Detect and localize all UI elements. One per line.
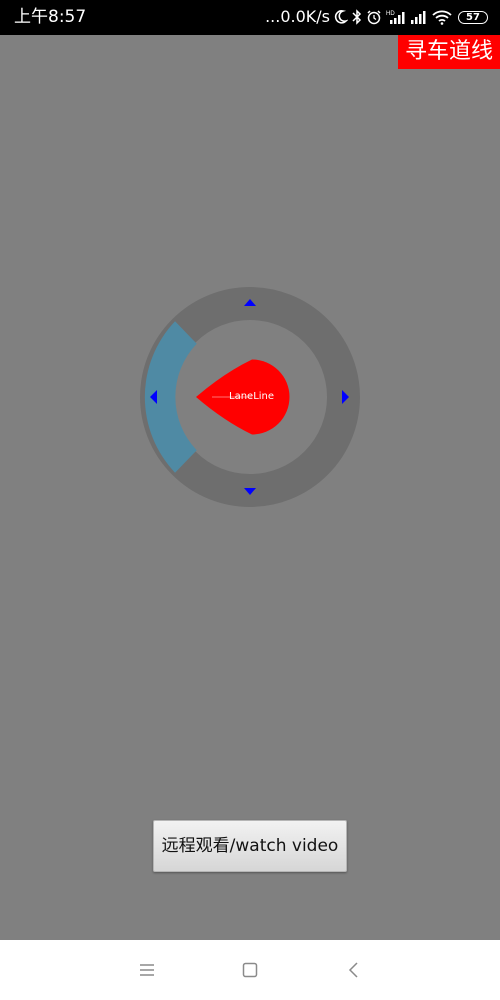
status-icons: ...0.0K/s HD 57	[265, 7, 488, 27]
network-speed: ...0.0K/s	[265, 7, 330, 26]
menu-icon[interactable]	[137, 960, 157, 980]
battery-icon: 57	[458, 10, 488, 24]
joystick-control[interactable]: LaneLine	[140, 287, 360, 507]
status-time: 上午8:57	[14, 7, 87, 27]
signal-icon	[410, 9, 428, 25]
navigation-bar	[0, 940, 500, 1000]
watch-video-button[interactable]: 远程观看/watch video	[153, 820, 347, 872]
status-bar: 上午8:57 ...0.0K/s HD 57	[0, 0, 500, 35]
bluetooth-icon	[352, 9, 362, 25]
home-icon[interactable]	[240, 960, 260, 980]
lane-line-label: LaneLine	[229, 391, 275, 402]
battery-level: 57	[466, 11, 480, 23]
wifi-icon	[432, 9, 452, 25]
svg-text:HD: HD	[386, 11, 395, 17]
alarm-icon	[366, 9, 382, 25]
moon-icon	[334, 9, 348, 25]
hd-signal-icon: HD	[386, 9, 406, 25]
find-lane-button[interactable]: 寻车道线	[398, 35, 500, 69]
back-icon[interactable]	[344, 960, 364, 980]
